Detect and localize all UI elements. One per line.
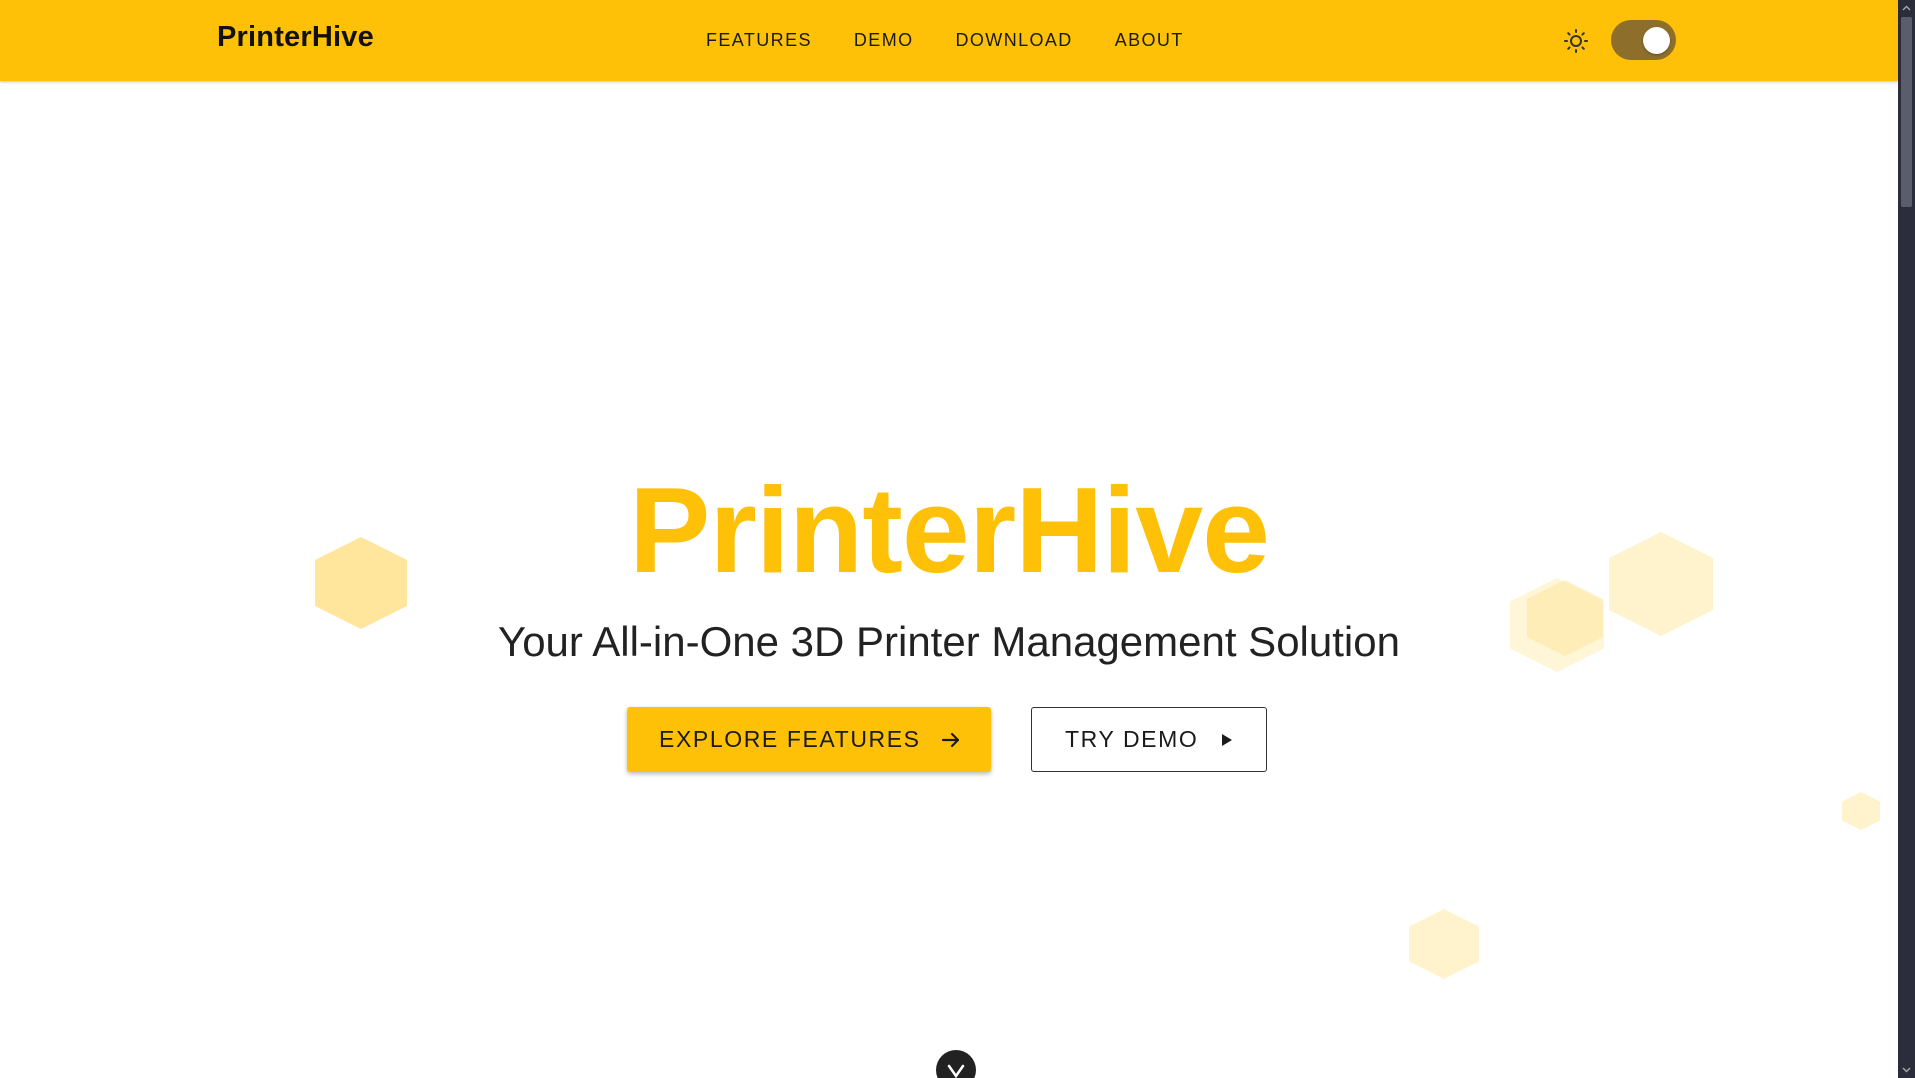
brand-logo-link[interactable]: PrinterHive bbox=[217, 21, 374, 54]
play-icon bbox=[1216, 730, 1236, 750]
hero-subtitle: Your All-in-One 3D Printer Management So… bbox=[498, 618, 1400, 665]
hero-title: PrinterHive bbox=[629, 462, 1270, 598]
explore-features-button[interactable]: EXPLORE FEATURES bbox=[627, 707, 991, 772]
hexagon-decoration bbox=[1842, 792, 1880, 830]
chevron-down-icon bbox=[947, 1064, 965, 1078]
scroll-up-arrow-icon[interactable] bbox=[1902, 4, 1911, 13]
page: PrinterHive FEATURES DEMO DOWNLOAD ABOUT bbox=[0, 0, 1915, 1078]
nav-link-about[interactable]: ABOUT bbox=[1115, 28, 1184, 52]
scrollbar-thumb[interactable] bbox=[1901, 17, 1912, 207]
nav-link-features[interactable]: FEATURES bbox=[706, 28, 812, 52]
page-scrollbar[interactable] bbox=[1898, 0, 1915, 1078]
nav-link-demo[interactable]: DEMO bbox=[854, 28, 914, 52]
nav-link-download[interactable]: DOWNLOAD bbox=[956, 28, 1073, 52]
dark-mode-toggle[interactable] bbox=[1611, 20, 1676, 60]
main-nav: FEATURES DEMO DOWNLOAD ABOUT bbox=[706, 28, 1226, 52]
toggle-knob bbox=[1643, 27, 1670, 54]
top-app-bar: PrinterHive FEATURES DEMO DOWNLOAD ABOUT bbox=[0, 0, 1898, 81]
hexagon-decoration bbox=[1409, 909, 1479, 979]
arrow-right-icon bbox=[939, 728, 963, 752]
scroll-down-arrow-icon[interactable] bbox=[1902, 1065, 1911, 1074]
try-demo-button[interactable]: TRY DEMO bbox=[1031, 707, 1267, 772]
scroll-down-button[interactable] bbox=[936, 1050, 976, 1078]
sun-icon bbox=[1562, 27, 1590, 55]
explore-features-label: EXPLORE FEATURES bbox=[659, 726, 921, 752]
try-demo-label: TRY DEMO bbox=[1065, 726, 1199, 752]
